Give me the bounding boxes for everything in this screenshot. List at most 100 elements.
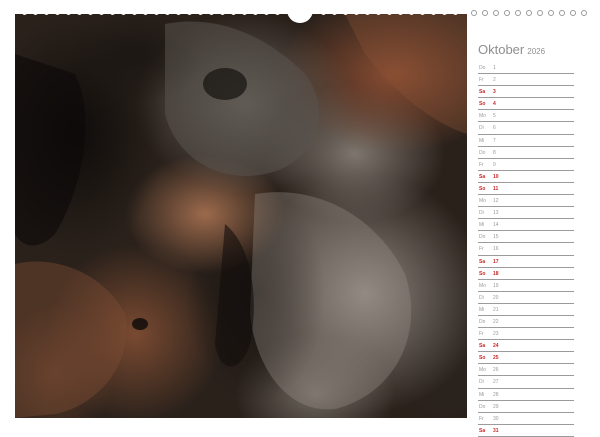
binding-hole xyxy=(321,10,326,15)
weekday-label: Mo xyxy=(479,282,486,289)
day-row: Mo 12 xyxy=(478,195,574,208)
day-row: Fr 23 xyxy=(478,328,574,341)
weekday-label: Do xyxy=(479,318,486,325)
day-number: 2 xyxy=(493,77,496,84)
binding-hole xyxy=(44,10,49,15)
day-number: 29 xyxy=(493,403,499,410)
binding-hole xyxy=(77,10,82,15)
weekday-label: Mo xyxy=(479,198,486,205)
day-row: So 18 xyxy=(478,268,574,280)
binding-hole xyxy=(121,10,126,15)
day-row: So 25 xyxy=(478,352,574,365)
day-row: Mi 7 xyxy=(478,135,574,147)
weekday-label: Mi xyxy=(479,306,485,313)
binding-hole xyxy=(198,10,203,15)
weekday-label: Sa xyxy=(479,343,486,350)
binding-hole xyxy=(253,10,258,15)
binding-hole xyxy=(442,10,447,15)
weekday-label: Mo xyxy=(479,367,486,374)
binding-hole xyxy=(343,10,348,15)
day-row: Mi 14 xyxy=(478,219,574,232)
weekday-label: Fr xyxy=(479,161,484,168)
day-row: Fr 16 xyxy=(478,243,574,256)
weekday-label: Di xyxy=(479,125,484,132)
weekday-label: Sa xyxy=(479,427,486,434)
binding-hole xyxy=(88,10,93,15)
binding-hole xyxy=(209,10,214,15)
day-number: 14 xyxy=(493,222,499,229)
weekday-label: Mi xyxy=(479,137,485,144)
binding-hole xyxy=(99,10,104,15)
binding-hole xyxy=(398,10,403,15)
binding-hole xyxy=(110,10,115,15)
day-number: 27 xyxy=(493,379,499,386)
day-row: Sa 3 xyxy=(478,86,574,99)
day-row: Sa 31 xyxy=(478,425,574,437)
day-row: Di 13 xyxy=(478,207,574,220)
binding-hole xyxy=(242,10,247,15)
binding-hole xyxy=(365,10,370,15)
day-number: 19 xyxy=(493,282,499,289)
day-number: 20 xyxy=(493,294,499,301)
binding-hole xyxy=(409,10,414,15)
day-row: Mo 5 xyxy=(478,110,574,123)
weekday-label: Mi xyxy=(479,222,485,229)
weekday-label: Mi xyxy=(479,391,485,398)
binding-hole xyxy=(354,10,359,15)
day-number: 7 xyxy=(493,137,496,144)
weekday-label: Di xyxy=(479,379,484,386)
binding-hole xyxy=(231,10,236,15)
binding-hole xyxy=(22,10,27,15)
binding-hole xyxy=(548,10,554,16)
day-number: 28 xyxy=(493,391,499,398)
weekday-label: So xyxy=(479,185,486,192)
day-number: 8 xyxy=(493,149,496,156)
binding-hole xyxy=(537,10,543,16)
binding-hole xyxy=(526,10,532,16)
weekday-label: Do xyxy=(479,149,486,156)
weekday-label: Fr xyxy=(479,246,484,253)
month-year: 2026 xyxy=(527,47,546,56)
day-number: 10 xyxy=(493,173,499,180)
rock-texture-photo xyxy=(15,14,467,418)
weekday-label: Fr xyxy=(479,415,484,422)
binding-hole xyxy=(559,10,565,16)
weekday-label: Do xyxy=(479,403,486,410)
weekday-label: Fr xyxy=(479,331,484,338)
day-number: 9 xyxy=(493,161,496,168)
day-number: 4 xyxy=(493,101,496,108)
day-number: 25 xyxy=(493,355,499,362)
day-number: 18 xyxy=(493,270,499,277)
binding-hole xyxy=(482,10,488,16)
day-row: Do 8 xyxy=(478,147,574,159)
binding-hole xyxy=(154,10,159,15)
day-row: Fr 9 xyxy=(478,159,574,171)
weekday-label: Di xyxy=(479,294,484,301)
day-row: Mi 21 xyxy=(478,304,574,316)
weekday-label: Do xyxy=(479,65,486,71)
day-number: 12 xyxy=(493,198,499,205)
weekday-label: Mo xyxy=(479,113,486,120)
weekday-label: Do xyxy=(479,234,486,241)
day-number: 24 xyxy=(493,343,499,350)
binding-hole xyxy=(420,10,425,15)
binding-hole xyxy=(275,10,280,15)
day-number: 17 xyxy=(493,258,499,265)
binding-hole xyxy=(187,10,192,15)
rock-shading xyxy=(15,14,467,418)
binding-hole xyxy=(453,10,458,15)
day-number: 21 xyxy=(493,306,499,313)
day-row: Do 29 xyxy=(478,401,574,413)
day-row: So 4 xyxy=(478,98,574,111)
month-name: Oktober xyxy=(478,42,525,57)
binding-hole xyxy=(376,10,381,15)
day-number: 6 xyxy=(493,125,496,132)
weekday-label: Di xyxy=(479,210,484,217)
weekday-label: Sa xyxy=(479,89,486,96)
day-row: Fr 2 xyxy=(478,74,574,87)
binding-hole xyxy=(55,10,60,15)
binding-hole xyxy=(332,10,337,15)
day-row: Sa 17 xyxy=(478,256,574,268)
binding-hole xyxy=(132,10,137,15)
binding-hole xyxy=(581,10,587,16)
